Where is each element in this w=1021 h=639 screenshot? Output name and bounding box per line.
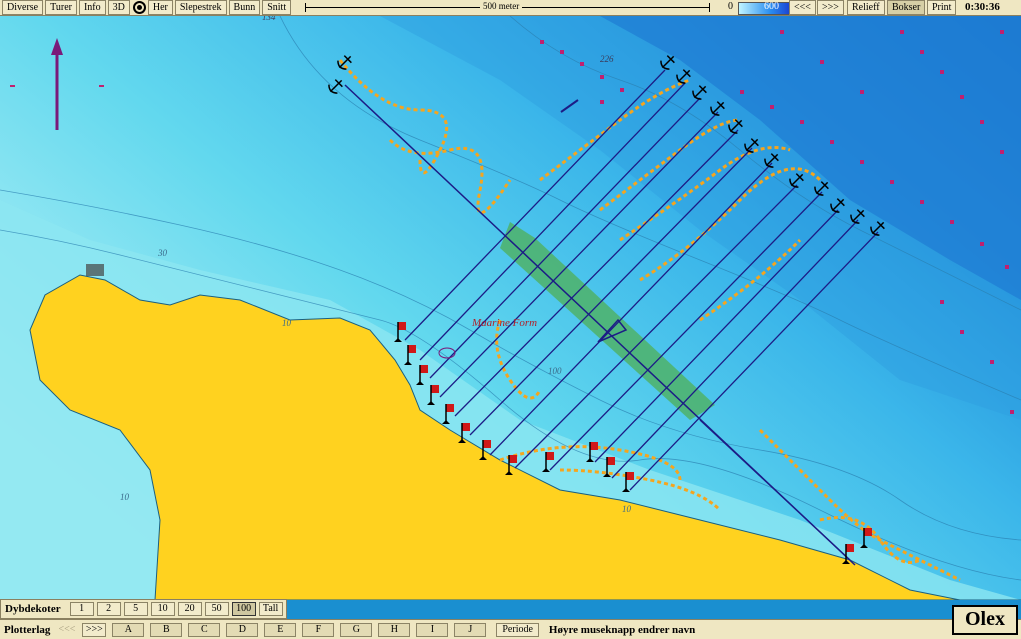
layer-button[interactable]: B [150, 622, 183, 637]
bokser-button[interactable]: Bokser [887, 0, 926, 15]
slepestrek-button[interactable]: Slepestrek [174, 0, 227, 15]
dybdekoter-panel: Dybdekoter 1 2 5 10 20 50 100 Tall [0, 599, 287, 619]
dybdekoter-title: Dybdekoter [5, 603, 61, 615]
scale-bar: 500 meter [305, 1, 710, 12]
layer-button[interactable]: G [340, 622, 373, 637]
tall-button[interactable]: Tall [258, 602, 283, 616]
depth-label: 100 [548, 366, 562, 376]
olex-logo: Olex [952, 605, 1018, 635]
rock-symbol [86, 264, 104, 276]
plotterlag-title: Plotterlag [4, 623, 51, 636]
clock: 0:30:36 [965, 1, 1000, 13]
top-toolbar: Diverse Turer Info 3D Her Slepestrek Bun… [0, 0, 1021, 16]
depth-min-label: 0 [728, 1, 733, 12]
scale-label: 500 meter [480, 1, 523, 11]
layer-button[interactable]: I [416, 622, 449, 637]
nav-forward-button[interactable]: >>> [817, 0, 844, 15]
dybdekote-button[interactable]: 20 [177, 602, 202, 616]
dybdekote-button[interactable]: 2 [96, 602, 121, 616]
plotterlag-panel: Plotterlag <<< >>> A B C D E F G H I J P… [0, 619, 1021, 639]
dybdekote-button[interactable]: 50 [204, 602, 229, 616]
nav-back-button[interactable]: <<< [789, 0, 816, 15]
chart-map[interactable] [0, 16, 1021, 600]
plotterlag-prev-button[interactable]: <<< [58, 624, 75, 635]
dybdekote-button-selected[interactable]: 100 [231, 602, 256, 616]
print-button[interactable]: Print [927, 0, 957, 15]
dybdekote-button[interactable]: 5 [123, 602, 148, 616]
depth-label: 226 [600, 54, 614, 64]
relieff-button[interactable]: Relieff [847, 0, 885, 15]
dybdekote-button[interactable]: 10 [150, 602, 175, 616]
bunn-button[interactable]: Bunn [228, 0, 261, 15]
layer-button[interactable]: F [302, 622, 335, 637]
3d-button[interactable]: 3D [107, 0, 130, 15]
layer-button[interactable]: D [226, 622, 259, 637]
layer-button[interactable]: C [188, 622, 221, 637]
dybdekote-button[interactable]: 1 [69, 602, 94, 616]
layer-button[interactable]: A [112, 622, 145, 637]
depth-max-label: 600 [764, 1, 779, 12]
layer-button[interactable]: E [264, 622, 297, 637]
periode-button[interactable]: Periode [496, 622, 539, 637]
diverse-button[interactable]: Diverse [2, 0, 44, 15]
depth-label: 30 [158, 248, 167, 258]
snitt-button[interactable]: Snitt [262, 0, 292, 15]
depth-label: 10 [622, 504, 631, 514]
target-icon[interactable] [132, 1, 146, 14]
turer-button[interactable]: Turer [45, 0, 77, 15]
plotterlag-next-button[interactable]: >>> [82, 622, 107, 637]
layer-button[interactable]: J [454, 622, 487, 637]
her-button[interactable]: Her [147, 0, 173, 15]
depth-label: 10 [120, 492, 129, 502]
info-button[interactable]: Info [78, 0, 106, 15]
layer-button[interactable]: H [378, 622, 411, 637]
area-name-label: Maarine Form [472, 317, 538, 329]
plotterlag-hint: Høyre museknapp endrer navn [548, 623, 696, 636]
depth-label: 10 [282, 318, 291, 328]
